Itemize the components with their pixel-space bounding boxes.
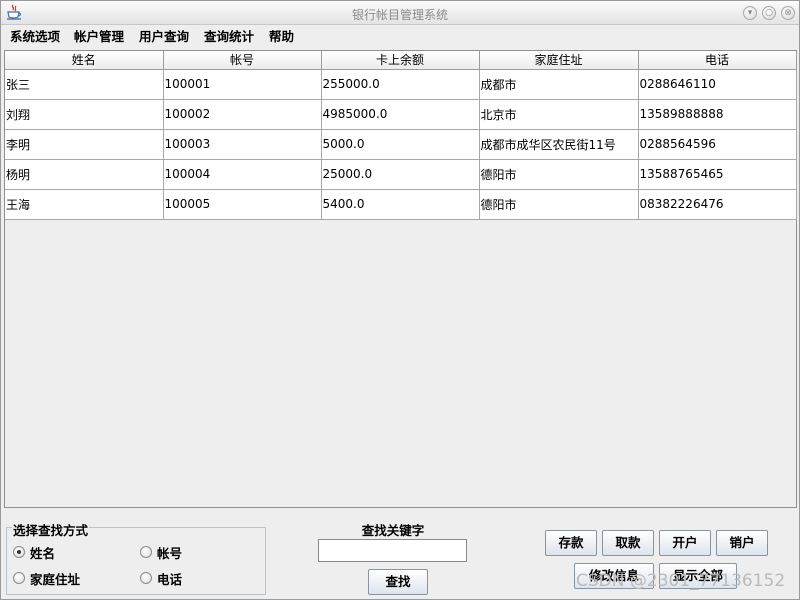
withdraw-button[interactable]: 取款 [602, 530, 654, 556]
cell-account[interactable]: 100004 [163, 159, 322, 190]
table-row[interactable]: 王海 100005 5400.0 德阳市 08382226476 [5, 189, 797, 220]
cell-account[interactable]: 100003 [163, 129, 322, 160]
cell-address[interactable]: 成都市 [479, 69, 639, 100]
cell-balance[interactable]: 5400.0 [321, 189, 480, 220]
close-account-button[interactable]: 销户 [716, 530, 768, 556]
radio-button-checked-icon[interactable] [13, 546, 25, 558]
cell-account[interactable]: 100002 [163, 99, 322, 130]
menu-query-statistics[interactable]: 查询统计 [202, 28, 256, 45]
column-header-phone[interactable]: 电话 [638, 51, 797, 70]
window-title: 银行帐目管理系统 [351, 8, 448, 22]
deposit-button[interactable]: 存款 [545, 530, 597, 556]
column-header-address[interactable]: 家庭住址 [479, 51, 639, 70]
cell-phone[interactable]: 13589888888 [638, 99, 797, 130]
account-table-scrollpane[interactable]: 姓名 帐号 卡上余额 家庭住址 电话 张三 100001 255000.0 成都… [4, 50, 797, 508]
radio-label: 电话 [157, 571, 183, 587]
cell-name[interactable]: 刘翔 [5, 99, 164, 130]
cell-phone[interactable]: 13588765465 [638, 159, 797, 190]
watermark-text: CSDN @2301_77136152 [576, 571, 786, 591]
table-row[interactable]: 杨明 100004 25000.0 德阳市 13588765465 [5, 159, 797, 190]
menu-bar: 系统选项 帐户管理 用户查询 查询统计 帮助 [1, 25, 799, 47]
cell-balance[interactable]: 5000.0 [321, 129, 480, 160]
cell-name[interactable]: 张三 [5, 69, 164, 100]
menu-account-management[interactable]: 帐户管理 [72, 28, 126, 45]
main-window: 银行帐目管理系统 ▾ ○ ⊗ 系统选项 帐户管理 用户查询 查询统计 帮助 姓名… [0, 0, 800, 600]
radio-button-icon[interactable] [13, 572, 25, 584]
radio-label: 姓名 [30, 545, 56, 561]
account-table: 姓名 帐号 卡上余额 家庭住址 电话 张三 100001 255000.0 成都… [5, 51, 797, 220]
column-header-name[interactable]: 姓名 [5, 51, 164, 70]
radio-search-by-address[interactable]: 家庭住址 [13, 570, 81, 587]
column-header-balance[interactable]: 卡上余额 [321, 51, 480, 70]
cell-address[interactable]: 北京市 [479, 99, 639, 130]
radio-search-by-name[interactable]: 姓名 [13, 544, 56, 561]
cell-balance[interactable]: 4985000.0 [321, 99, 480, 130]
minimize-icon[interactable]: ▾ [743, 6, 757, 20]
column-header-account[interactable]: 帐号 [163, 51, 322, 70]
radio-label: 家庭住址 [30, 571, 81, 587]
radio-search-by-account[interactable]: 帐号 [140, 544, 183, 561]
radio-search-by-phone[interactable]: 电话 [140, 570, 183, 587]
title-bar[interactable]: 银行帐目管理系统 ▾ ○ ⊗ [1, 1, 799, 25]
table-row[interactable]: 刘翔 100002 4985000.0 北京市 13589888888 [5, 99, 797, 130]
keyword-label: 查找关键字 [361, 523, 425, 538]
cell-phone[interactable]: 08382226476 [638, 189, 797, 220]
table-row[interactable]: 张三 100001 255000.0 成都市 0288646110 [5, 69, 797, 100]
cell-account[interactable]: 100001 [163, 69, 322, 100]
table-row[interactable]: 李明 100003 5000.0 成都市成华区农民街11号 0288564596 [5, 129, 797, 160]
cell-address[interactable]: 德阳市 [479, 189, 639, 220]
cell-phone[interactable]: 0288564596 [638, 129, 797, 160]
table-header-row: 姓名 帐号 卡上余额 家庭住址 电话 [5, 51, 797, 70]
search-method-group-title: 选择查找方式 [12, 520, 90, 539]
cell-phone[interactable]: 0288646110 [638, 69, 797, 100]
close-icon[interactable]: ⊗ [781, 6, 795, 20]
cell-balance[interactable]: 255000.0 [321, 69, 480, 100]
menu-system-options[interactable]: 系统选项 [8, 28, 62, 45]
radio-button-icon[interactable] [140, 546, 152, 558]
cell-name[interactable]: 李明 [5, 129, 164, 160]
radio-label: 帐号 [157, 545, 183, 561]
maximize-icon[interactable]: ○ [762, 6, 776, 20]
cell-address[interactable]: 德阳市 [479, 159, 639, 190]
menu-help[interactable]: 帮助 [267, 28, 296, 45]
radio-button-icon[interactable] [140, 572, 152, 584]
cell-name[interactable]: 杨明 [5, 159, 164, 190]
cell-address[interactable]: 成都市成华区农民街11号 [479, 129, 639, 160]
keyword-input[interactable] [318, 539, 467, 562]
find-button[interactable]: 查找 [368, 569, 428, 595]
menu-user-query[interactable]: 用户查询 [137, 28, 191, 45]
open-account-button[interactable]: 开户 [659, 530, 711, 556]
cell-name[interactable]: 王海 [5, 189, 164, 220]
cell-balance[interactable]: 25000.0 [321, 159, 480, 190]
cell-account[interactable]: 100005 [163, 189, 322, 220]
